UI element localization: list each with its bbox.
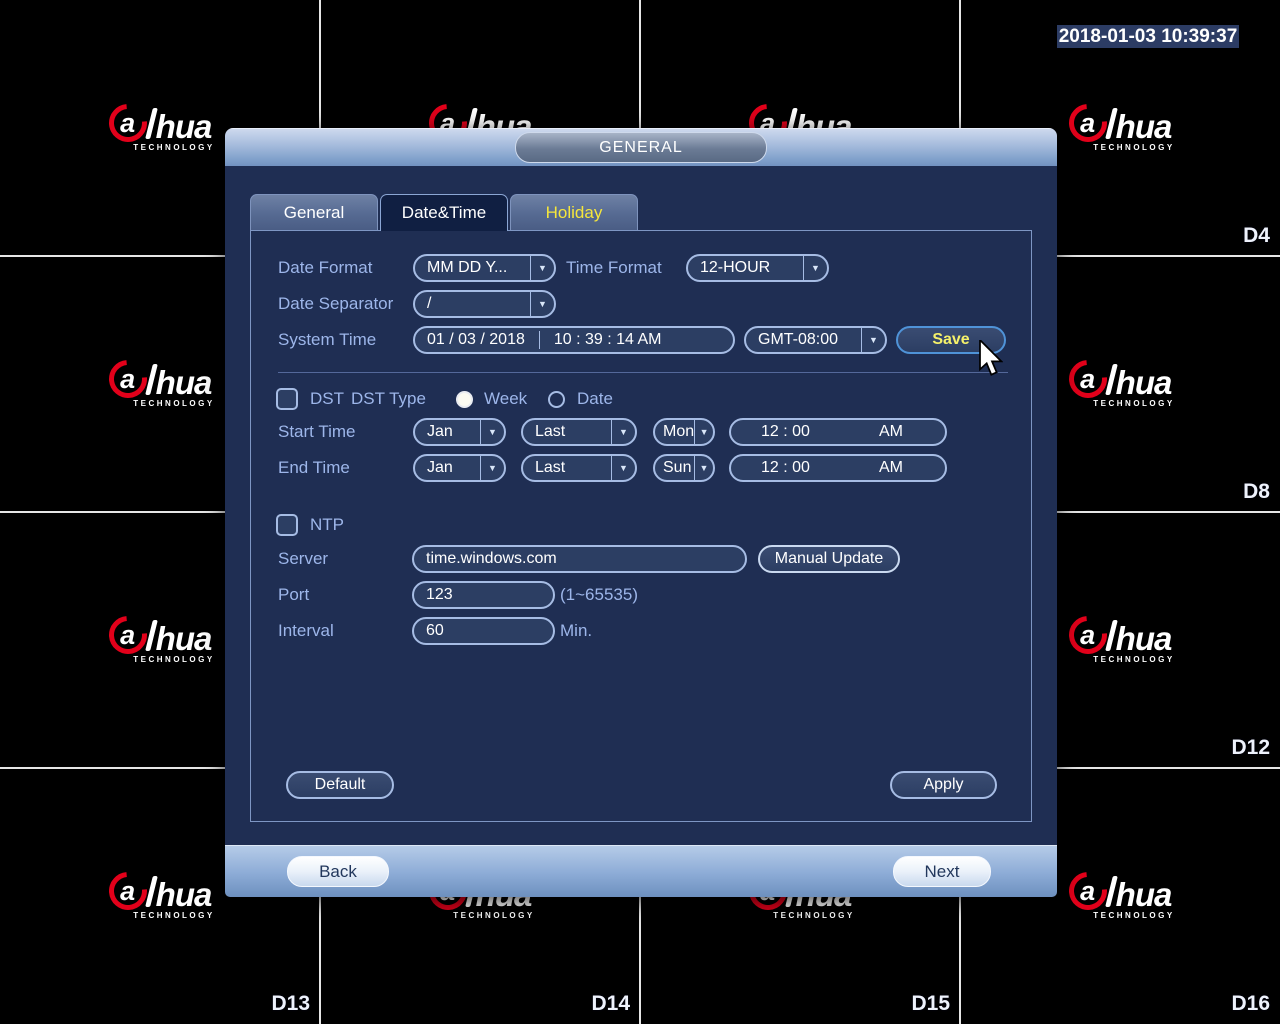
port-range-hint: (1~65535) [560, 585, 638, 604]
date-separator-label: Date Separator [278, 294, 394, 313]
channel-label: D12 [1231, 736, 1270, 759]
brand-red-swoosh-icon: a [1060, 608, 1115, 662]
ntp-checkbox[interactable] [276, 514, 298, 536]
chevron-down-icon[interactable]: ▼ [694, 456, 713, 480]
chevron-down-icon[interactable]: ▼ [480, 456, 504, 480]
start-time-label: Start Time [278, 422, 356, 441]
chevron-down-icon[interactable]: ▼ [694, 420, 713, 444]
end-week-select[interactable]: Last ▼ [521, 454, 637, 482]
dialog-body: General Date&Time Holiday Date Format MM… [225, 166, 1057, 845]
channel-label: D8 [1243, 480, 1270, 503]
next-button[interactable]: Next [893, 856, 991, 887]
channel-label: D4 [1243, 224, 1270, 247]
tab-date-time[interactable]: Date&Time [380, 194, 508, 231]
tab-holiday[interactable]: Holiday [510, 194, 638, 230]
timezone-select[interactable]: GMT-08:00 ▼ [744, 326, 887, 354]
start-clock-field[interactable]: 12 : 00 AM [729, 418, 947, 446]
dahua-logo: ahuaTECHNOLOGY [1060, 352, 1174, 408]
dst-week-radio[interactable] [456, 391, 473, 408]
server-input[interactable]: time.windows.com [412, 545, 747, 573]
brand-red-swoosh-icon: a [1060, 352, 1115, 406]
date-separator-select[interactable]: / ▼ [413, 290, 556, 318]
brand-red-swoosh-icon: a [1060, 864, 1115, 918]
dst-type-label: DST Type [351, 389, 426, 408]
chevron-down-icon[interactable]: ▼ [611, 420, 635, 444]
channel-label: D15 [911, 992, 950, 1015]
end-clock-field[interactable]: 12 : 00 AM [729, 454, 947, 482]
dahua-logo: ahuaTECHNOLOGY [1060, 608, 1174, 664]
brand-red-swoosh-icon: a [100, 608, 155, 662]
brand-red-swoosh-icon: a [100, 352, 155, 406]
brand-red-swoosh-icon: a [100, 96, 155, 150]
system-time-field[interactable]: 01 / 03 / 2018 10 : 39 : 14 AM [413, 326, 735, 354]
system-time-label: System Time [278, 330, 377, 349]
general-settings-dialog: GENERAL General Date&Time Holiday Date F… [225, 128, 1057, 897]
chevron-down-icon[interactable]: ▼ [530, 292, 554, 316]
dialog-header: GENERAL [225, 128, 1057, 166]
channel-label: D16 [1231, 992, 1270, 1015]
dahua-logo: ahuaTECHNOLOGY [100, 608, 214, 664]
system-clock-overlay: 2018-01-03 10:39:37 [1057, 25, 1239, 48]
ntp-label: NTP [310, 515, 344, 534]
brand-red-swoosh-icon: a [1060, 96, 1115, 150]
time-format-select[interactable]: 12-HOUR ▼ [686, 254, 829, 282]
interval-unit-label: Min. [560, 621, 593, 640]
manual-update-button[interactable]: Manual Update [758, 545, 900, 573]
port-input[interactable]: 123 [412, 581, 555, 609]
end-time-label: End Time [278, 458, 350, 477]
tab-general[interactable]: General [250, 194, 378, 230]
chevron-down-icon[interactable]: ▼ [861, 328, 885, 352]
default-button[interactable]: Default [286, 771, 394, 799]
date-label: Date [577, 389, 613, 408]
chevron-down-icon[interactable]: ▼ [803, 256, 827, 280]
dst-label: DST [310, 389, 344, 408]
server-label: Server [278, 549, 329, 568]
mouse-cursor [977, 337, 1004, 381]
back-button[interactable]: Back [287, 856, 389, 887]
dahua-logo: ahuaTECHNOLOGY [1060, 96, 1174, 152]
date-format-select[interactable]: MM DD Y... ▼ [413, 254, 556, 282]
channel-label: D14 [591, 992, 630, 1015]
chevron-down-icon[interactable]: ▼ [611, 456, 635, 480]
interval-label: Interval [278, 621, 334, 640]
dialog-footer: Back Next [225, 845, 1057, 897]
dahua-logo: ahuaTECHNOLOGY [1060, 864, 1174, 920]
chevron-down-icon[interactable]: ▼ [530, 256, 554, 280]
dst-date-radio[interactable] [548, 391, 565, 408]
dahua-logo: ahuaTECHNOLOGY [100, 352, 214, 408]
week-label: Week [484, 389, 528, 408]
brand-red-swoosh-icon: a [100, 864, 155, 918]
section-divider [278, 372, 1008, 373]
end-month-select[interactable]: Jan ▼ [413, 454, 506, 482]
apply-button[interactable]: Apply [890, 771, 997, 799]
dst-checkbox[interactable] [276, 388, 298, 410]
dahua-logo: ahuaTECHNOLOGY [100, 864, 214, 920]
dahua-logo: ahuaTECHNOLOGY [100, 96, 214, 152]
date-format-label: Date Format [278, 258, 373, 277]
interval-input[interactable]: 60 [412, 617, 555, 645]
start-day-select[interactable]: Mon ▼ [653, 418, 715, 446]
tab-bar: General Date&Time Holiday [250, 194, 640, 231]
start-week-select[interactable]: Last ▼ [521, 418, 637, 446]
channel-label: D13 [271, 992, 310, 1015]
time-format-label: Time Format [566, 258, 662, 277]
port-label: Port [278, 585, 310, 604]
start-month-select[interactable]: Jan ▼ [413, 418, 506, 446]
dialog-title: GENERAL [515, 132, 767, 163]
chevron-down-icon[interactable]: ▼ [480, 420, 504, 444]
end-day-select[interactable]: Sun ▼ [653, 454, 715, 482]
date-time-panel: Date Format MM DD Y... ▼ Time Format 12-… [250, 230, 1032, 822]
